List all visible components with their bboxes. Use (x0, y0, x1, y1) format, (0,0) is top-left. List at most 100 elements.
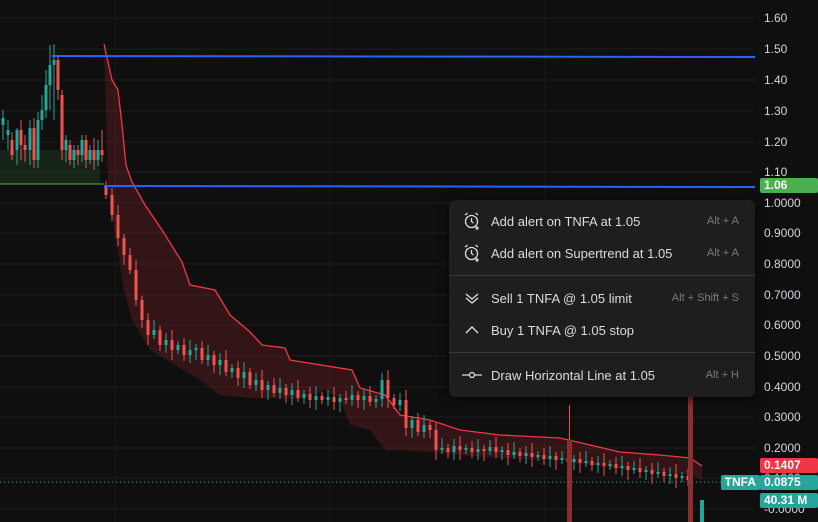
supertrend-price-tag: 0.1407 (760, 458, 818, 473)
candle (15, 130, 19, 150)
alarm-clock-add-icon (459, 243, 485, 263)
candle (422, 425, 426, 432)
candle (92, 150, 96, 160)
buy-stop-item[interactable]: Buy 1 TNFA @ 1.05 stop (449, 315, 755, 345)
alarm-clock-add-icon (459, 211, 485, 231)
candle (56, 60, 60, 90)
candle (638, 468, 642, 472)
price-tick-label: 0.3000 (764, 410, 801, 424)
candle (44, 85, 48, 110)
candle (452, 446, 456, 452)
candle (428, 425, 432, 430)
candle (386, 380, 390, 398)
add-alert-tnfa-item[interactable]: Add alert on TNFA at 1.05 Alt + A (449, 206, 755, 236)
candle (380, 380, 384, 399)
candle (164, 340, 168, 345)
price-tick-label: 1.40 (764, 73, 788, 87)
candle (19, 130, 23, 145)
candle (494, 447, 498, 452)
candle (650, 470, 654, 474)
candle (100, 150, 104, 155)
double-chevron-down-icon (459, 290, 485, 306)
candle (152, 330, 156, 335)
horizontal-line-icon (459, 369, 485, 381)
chart-window[interactable]: 1.60 1.50 1.40 1.30 1.20 1.10 1.0000 0.9000 0.80… (0, 0, 818, 522)
add-alert-supertrend-item[interactable]: Add alert on Supertrend at 1.05 Alt + A (449, 238, 755, 268)
candle (362, 396, 366, 400)
price-tick-label: 1.30 (764, 104, 788, 118)
candle (416, 420, 420, 432)
candle (266, 385, 270, 390)
candle (188, 350, 192, 355)
candle (350, 395, 354, 400)
candle (548, 456, 552, 459)
candle (308, 394, 312, 400)
candle (404, 400, 408, 428)
price-tick-label: 1.0000 (764, 196, 801, 210)
candle (644, 470, 648, 472)
menu-separator (449, 275, 755, 276)
candle (60, 95, 64, 150)
candle (296, 390, 300, 398)
menu-separator (449, 352, 755, 353)
candle (28, 128, 32, 150)
price-tick-label: 1.20 (764, 135, 788, 149)
candle (96, 150, 100, 160)
candle (248, 372, 252, 385)
candle (302, 394, 306, 398)
candle (242, 372, 246, 378)
candle (578, 459, 582, 463)
candle (590, 461, 594, 465)
candle (656, 472, 660, 474)
candle (584, 461, 588, 463)
candle (140, 300, 144, 320)
candle (356, 395, 360, 400)
candle (40, 110, 44, 120)
candle (146, 320, 150, 335)
candle (506, 450, 510, 455)
candle (80, 140, 84, 155)
candle (110, 195, 114, 215)
candle (632, 468, 636, 470)
support-band (0, 150, 104, 185)
candle (84, 140, 88, 160)
candle (52, 60, 56, 65)
candle (332, 397, 336, 402)
candle (524, 453, 528, 456)
candle (500, 450, 504, 452)
draw-horizontal-line-item[interactable]: Draw Horizontal Line at 1.05 Alt + H (449, 360, 755, 390)
candle (326, 397, 330, 400)
candle (72, 150, 76, 160)
candle (1, 118, 5, 125)
candle (512, 452, 516, 455)
volume-spike-bar (567, 440, 572, 522)
volume-spike-bar (700, 500, 704, 522)
candle (122, 238, 126, 255)
candle (260, 380, 264, 390)
candle (64, 140, 68, 150)
candle (76, 150, 80, 155)
volume-spike-bar (688, 395, 693, 522)
candle (32, 128, 36, 160)
candle (536, 455, 540, 457)
context-menu: Add alert on TNFA at 1.05 Alt + A Add al… (449, 200, 755, 397)
candle (608, 464, 612, 466)
candle (464, 448, 468, 450)
candle (48, 65, 52, 85)
candle (602, 463, 606, 466)
candle (254, 380, 258, 385)
candle (116, 215, 120, 238)
sell-limit-item[interactable]: Sell 1 TNFA @ 1.05 limit Alt + Shift + S (449, 283, 755, 313)
candle (212, 355, 216, 365)
candle (182, 345, 186, 355)
price-axis[interactable]: 1.60 1.50 1.40 1.30 1.20 1.10 1.0000 0.9000 0.80… (764, 11, 805, 516)
horizontal-line-lower[interactable] (103, 185, 756, 188)
candle (596, 463, 600, 465)
horizontal-line-upper[interactable] (51, 55, 756, 58)
candle (338, 398, 342, 402)
candle (320, 396, 324, 400)
price-tick-label: 1.60 (764, 11, 788, 25)
candle (392, 398, 396, 405)
candle (6, 130, 10, 135)
candle (36, 120, 40, 160)
